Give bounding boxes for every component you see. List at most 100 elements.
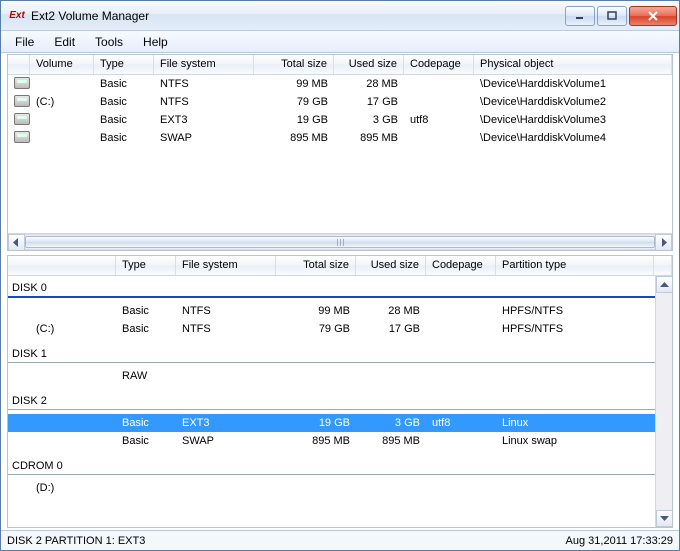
col-type[interactable]: Type xyxy=(116,256,176,275)
menu-file[interactable]: File xyxy=(5,32,44,52)
col-spacer[interactable] xyxy=(8,256,116,275)
cell-type: Basic xyxy=(94,78,154,90)
cell-codepage: utf8 xyxy=(404,114,474,126)
disk-separator xyxy=(8,362,655,363)
disk-list-body: DISK 0BasicNTFS99 MB28 MBHPFS/NTFS(C:)Ba… xyxy=(8,276,655,527)
volume-list-body: BasicNTFS99 MB28 MB\Device\HarddiskVolum… xyxy=(8,75,672,233)
volume-list-header: Volume Type File system Total size Used … xyxy=(8,55,672,75)
menu-tools[interactable]: Tools xyxy=(85,32,133,52)
disk-group: DISK 1 RAW xyxy=(8,346,655,385)
cell-codepage: utf8 xyxy=(426,417,496,429)
col-scroll-gutter xyxy=(654,256,672,275)
volume-row[interactable]: BasicSWAP895 MB895 MB\Device\HarddiskVol… xyxy=(8,129,672,147)
horizontal-scrollbar[interactable] xyxy=(8,233,672,250)
col-used-size[interactable]: Used size xyxy=(356,256,426,275)
col-physical-object[interactable]: Physical object xyxy=(474,55,672,74)
col-volume[interactable]: Volume xyxy=(30,55,94,74)
menu-help[interactable]: Help xyxy=(133,32,178,52)
cell-total: 895 MB xyxy=(254,132,334,144)
close-button[interactable] xyxy=(629,6,677,26)
col-total-size[interactable]: Total size xyxy=(276,256,356,275)
scroll-thumb[interactable] xyxy=(25,236,655,248)
partition-row[interactable]: BasicNTFS99 MB28 MBHPFS/NTFS xyxy=(8,302,655,320)
partition-row[interactable]: RAW xyxy=(8,367,655,385)
cell-filesystem: NTFS xyxy=(154,96,254,108)
cell-type: RAW xyxy=(116,370,176,382)
partition-row[interactable]: (C:)BasicNTFS79 GB17 GBHPFS/NTFS xyxy=(8,320,655,338)
scroll-track[interactable] xyxy=(25,234,655,250)
disk-label: CDROM 0 xyxy=(8,458,655,472)
col-used-size[interactable]: Used size xyxy=(334,55,404,74)
cell-volume: (C:) xyxy=(30,323,116,335)
disk-list-header: Type File system Total size Used size Co… xyxy=(8,256,672,276)
status-text: DISK 2 PARTITION 1: EXT3 xyxy=(7,535,566,547)
menu-edit[interactable]: Edit xyxy=(44,32,85,52)
partition-row[interactable]: BasicSWAP895 MB895 MBLinux swap xyxy=(8,432,655,450)
status-datetime: Aug 31,2011 17:33:29 xyxy=(566,535,673,547)
cell-filesystem: NTFS xyxy=(176,323,276,335)
cell-total: 99 MB xyxy=(276,305,356,317)
col-icon[interactable] xyxy=(8,55,30,74)
scroll-left-button[interactable] xyxy=(8,234,25,251)
drive-icon xyxy=(8,113,30,128)
disk-list-panel: Type File system Total size Used size Co… xyxy=(7,255,673,528)
window-controls xyxy=(565,6,677,26)
maximize-button[interactable] xyxy=(597,6,627,26)
col-partition-type[interactable]: Partition type xyxy=(496,256,654,275)
cell-filesystem: SWAP xyxy=(154,132,254,144)
partition-row[interactable]: BasicEXT319 GB3 GButf8Linux xyxy=(8,414,655,432)
cell-partition-type: Linux swap xyxy=(496,435,655,447)
cell-filesystem: NTFS xyxy=(154,78,254,90)
drive-icon xyxy=(8,95,30,110)
cell-used: 3 GB xyxy=(356,417,426,429)
disk-separator xyxy=(8,409,655,410)
cell-total: 79 GB xyxy=(276,323,356,335)
minimize-button[interactable] xyxy=(565,6,595,26)
disk-label: DISK 1 xyxy=(8,346,655,360)
scroll-up-button[interactable] xyxy=(656,276,673,293)
disk-separator xyxy=(8,296,655,298)
client-area: Volume Type File system Total size Used … xyxy=(7,54,673,528)
disk-group: CDROM 0 (D:) xyxy=(8,458,655,497)
cell-filesystem: NTFS xyxy=(176,305,276,317)
scroll-track[interactable] xyxy=(656,293,672,510)
col-type[interactable]: Type xyxy=(94,55,154,74)
partition-row[interactable]: (D:) xyxy=(8,479,655,497)
cell-used: 17 GB xyxy=(356,323,426,335)
cell-type: Basic xyxy=(94,132,154,144)
cell-total: 19 GB xyxy=(254,114,334,126)
titlebar: Ext Ext2 Volume Manager xyxy=(1,1,679,31)
scroll-right-button[interactable] xyxy=(655,234,672,251)
cell-filesystem: EXT3 xyxy=(176,417,276,429)
cell-used: 17 GB xyxy=(334,96,404,108)
col-codepage[interactable]: Codepage xyxy=(404,55,474,74)
volume-list-panel: Volume Type File system Total size Used … xyxy=(7,54,673,251)
drive-icon xyxy=(8,131,30,146)
cell-type: Basic xyxy=(116,323,176,335)
statusbar: DISK 2 PARTITION 1: EXT3 Aug 31,2011 17:… xyxy=(1,530,679,550)
volume-row[interactable]: BasicEXT319 GB3 GButf8\Device\HarddiskVo… xyxy=(8,111,672,129)
disk-group: DISK 2BasicEXT319 GB3 GButf8LinuxBasicSW… xyxy=(8,393,655,450)
cell-used: 895 MB xyxy=(334,132,404,144)
disk-group: DISK 0BasicNTFS99 MB28 MBHPFS/NTFS(C:)Ba… xyxy=(8,280,655,338)
col-codepage[interactable]: Codepage xyxy=(426,256,496,275)
col-filesystem[interactable]: File system xyxy=(154,55,254,74)
scroll-down-button[interactable] xyxy=(656,510,673,527)
window-title: Ext2 Volume Manager xyxy=(31,9,565,23)
cell-total: 79 GB xyxy=(254,96,334,108)
cell-total: 99 MB xyxy=(254,78,334,90)
cell-physical: \Device\HarddiskVolume3 xyxy=(474,114,672,126)
vertical-scrollbar[interactable] xyxy=(655,276,672,527)
drive-icon xyxy=(8,77,30,92)
col-filesystem[interactable]: File system xyxy=(176,256,276,275)
cell-type: Basic xyxy=(116,435,176,447)
col-total-size[interactable]: Total size xyxy=(254,55,334,74)
cell-physical: \Device\HarddiskVolume1 xyxy=(474,78,672,90)
cell-partition-type: HPFS/NTFS xyxy=(496,305,655,317)
volume-row[interactable]: (C:)BasicNTFS79 GB17 GB\Device\HarddiskV… xyxy=(8,93,672,111)
cell-type: Basic xyxy=(116,417,176,429)
cell-total: 19 GB xyxy=(276,417,356,429)
volume-row[interactable]: BasicNTFS99 MB28 MB\Device\HarddiskVolum… xyxy=(8,75,672,93)
cell-physical: \Device\HarddiskVolume4 xyxy=(474,132,672,144)
cell-filesystem: EXT3 xyxy=(154,114,254,126)
